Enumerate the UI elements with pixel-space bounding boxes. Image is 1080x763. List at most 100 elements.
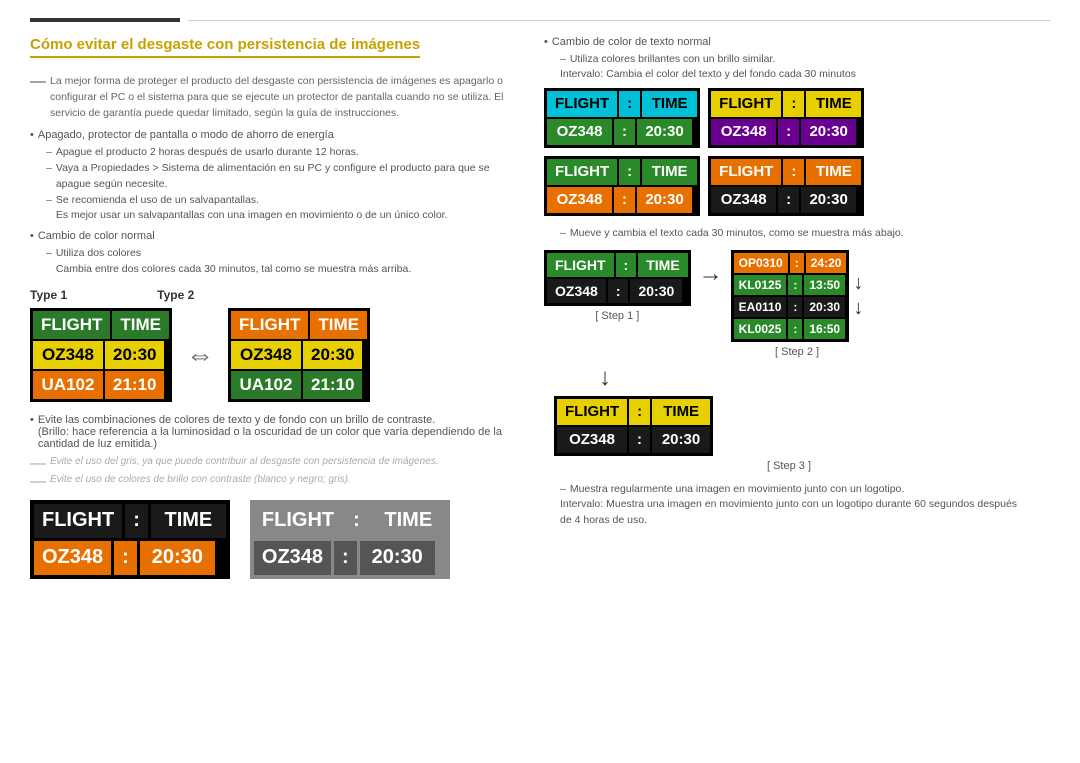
type1-board: FLIGHT TIME OZ348 20:30 UA102 21:10	[30, 308, 172, 402]
right-note-1-text: Cambio de color de texto normal	[552, 36, 711, 48]
rb2-header: FLIGHT : TIME	[711, 91, 861, 117]
t1-d2-time: 21:10	[105, 371, 164, 399]
scroll-arrow-1: ↓	[853, 272, 863, 295]
s3-h-time: TIME	[652, 399, 710, 425]
bb2-d-colon: :	[334, 541, 357, 575]
step2-inner: OP0310 : 24:20 KL0125 : 13:50 EA0110	[731, 250, 864, 342]
rb1-h-sep: :	[619, 91, 640, 117]
step2-container: OP0310 : 24:20 KL0125 : 13:50 EA0110	[731, 250, 864, 358]
bb2-h-time: TIME	[371, 504, 446, 538]
right-board-1: FLIGHT : TIME OZ348 : 20:30	[544, 88, 700, 148]
rb1-d-time: 20:30	[637, 119, 692, 145]
rb4-data: OZ348 : 20:30	[711, 187, 861, 213]
bb1-data: OZ348 : 20:30	[34, 541, 226, 575]
t1-h-flight: FLIGHT	[33, 311, 110, 339]
bb1-h-time: TIME	[151, 504, 226, 538]
right-board-3: FLIGHT : TIME OZ348 : 20:30	[544, 156, 700, 216]
right-board-2: FLIGHT : TIME OZ348 : 20:30	[708, 88, 864, 148]
rb2-h-flight: FLIGHT	[711, 91, 781, 117]
intro-text: La mejor forma de proteger el producto d…	[50, 74, 520, 121]
bb1-d-time: 20:30	[140, 541, 215, 575]
step3-label: [ Step 3 ]	[554, 460, 1024, 472]
rb1-h-flight: FLIGHT	[547, 91, 617, 117]
right-sub-1-1-text: Utiliza colores brillantes con un brillo…	[570, 52, 775, 68]
step3-data: OZ348 : 20:30	[557, 427, 710, 453]
bb2-data: OZ348 : 20:30	[254, 541, 446, 575]
bottom-boards: FLIGHT : TIME OZ348 : 20:30 FLIGHT :	[30, 500, 520, 579]
s3-d-time: 20:30	[652, 427, 710, 453]
rb4-h-flight: FLIGHT	[711, 159, 781, 185]
rb3-header: FLIGHT : TIME	[547, 159, 697, 185]
gray-note-2-row: — Evite el uso de colores de brillo con …	[30, 474, 520, 490]
line-light	[188, 20, 1050, 21]
dash-2-1: –	[46, 246, 52, 262]
rb1-h-time: TIME	[642, 91, 697, 117]
t1-d1-flight: OZ348	[33, 341, 103, 369]
sub-text-1-3: Se recomienda el uso de un salvapantalla…	[56, 193, 448, 225]
t2-d2-time: 21:10	[303, 371, 362, 399]
double-arrow: ⇔	[186, 339, 214, 371]
step1-data: OZ348 : 20:30	[547, 279, 688, 303]
sub-text-1-1: Apague el producto 2 horas después de us…	[56, 145, 359, 161]
sub-item-1-3: – Se recomienda el uso de un salvapantal…	[46, 193, 520, 225]
right-board-4: FLIGHT : TIME OZ348 : 20:30	[708, 156, 864, 216]
scroll-arrow-2: ↓	[853, 297, 863, 320]
gray-note-2: Evite el uso de colores de brillo con co…	[50, 474, 351, 485]
sub-text-1-2: Vaya a Propiedades > Sistema de alimenta…	[56, 161, 520, 193]
sc1-flight: OP0310	[734, 253, 788, 273]
step-arrow-right: →	[699, 250, 723, 288]
left-column: Cómo evitar el desgaste con persistencia…	[30, 36, 520, 579]
bb2-d-time: 20:30	[360, 541, 435, 575]
step1-label: [ Step 1 ]	[595, 310, 639, 322]
dash-1-3: –	[46, 193, 52, 209]
scroll-row-3: EA0110 : 20:30	[734, 297, 847, 317]
rb3-h-time: TIME	[642, 159, 697, 185]
type1-data-row-2: UA102 21:10	[33, 371, 169, 399]
rb3-d-sep: :	[614, 187, 635, 213]
s3-d-flight: OZ348	[557, 427, 627, 453]
bb1-d-colon: :	[114, 541, 137, 575]
rb2-d-time: 20:30	[801, 119, 856, 145]
t2-d1-flight: OZ348	[231, 341, 301, 369]
rb3-d-time: 20:30	[637, 187, 692, 213]
bottom-board-1: FLIGHT : TIME OZ348 : 20:30	[30, 500, 230, 579]
sc3-sep: :	[788, 297, 802, 317]
rb1-header: FLIGHT : TIME	[547, 91, 697, 117]
rb4-d-time: 20:30	[801, 187, 856, 213]
gray-note-1: Evite el uso del gris, ya que puede cont…	[50, 456, 439, 467]
right-note-1: • Cambio de color de texto normal	[544, 36, 1024, 48]
scroll-row-2: KL0125 : 13:50	[734, 275, 847, 295]
s1-h-sep: :	[616, 253, 637, 277]
boards-row: FLIGHT TIME OZ348 20:30 UA102 21:10 ⇔	[30, 308, 520, 402]
type2-board: FLIGHT TIME OZ348 20:30 UA102 21:10	[228, 308, 370, 402]
type1-header-row: FLIGHT TIME	[33, 311, 169, 339]
sc4-flight: KL0025	[734, 319, 787, 339]
right-sub-1-1: – Utiliza colores brillantes con un bril…	[560, 52, 1024, 68]
step1-board: FLIGHT : TIME OZ348 : 20:30	[544, 250, 691, 306]
right-note-3-text: Muestra regularmente una imagen en movim…	[570, 482, 904, 498]
type2-data-row-1: OZ348 20:30	[231, 341, 367, 369]
step-down-arrow: ↓	[599, 364, 611, 392]
t1-h-colon: TIME	[112, 311, 169, 339]
step3-board: FLIGHT : TIME OZ348 : 20:30	[554, 396, 713, 456]
rb4-d-sep: :	[778, 187, 799, 213]
scroll-arrows: ↓ ↓	[853, 272, 863, 320]
sub-item-2-1: – Utiliza dos coloresCambia entre dos co…	[46, 246, 520, 278]
scroll-row-1: OP0310 : 24:20	[734, 253, 847, 273]
sub-text-2-1: Utiliza dos coloresCambia entre dos colo…	[56, 246, 411, 278]
section-heading: Cómo evitar el desgaste con persistencia…	[30, 36, 420, 58]
rb2-data: OZ348 : 20:30	[711, 119, 861, 145]
rb2-h-time: TIME	[806, 91, 861, 117]
type2-label: Type 2	[157, 288, 194, 302]
right-note-3-sub: Intervalo: Muestra una imagen en movimie…	[560, 497, 1024, 529]
sc2-time: 13:50	[804, 275, 845, 295]
bb1-h-flight: FLIGHT	[34, 504, 122, 538]
rb2-h-sep: :	[783, 91, 804, 117]
s3-h-sep: :	[629, 399, 650, 425]
bullet-text-1: Apagado, protector de pantalla o modo de…	[38, 129, 334, 141]
sc1-time: 24:20	[806, 253, 847, 273]
t1-d1-time: 20:30	[105, 341, 164, 369]
rb4-h-sep: :	[783, 159, 804, 185]
t2-h-flight: FLIGHT	[231, 311, 308, 339]
bullet-list: • Apagado, protector de pantalla o modo …	[30, 129, 520, 277]
